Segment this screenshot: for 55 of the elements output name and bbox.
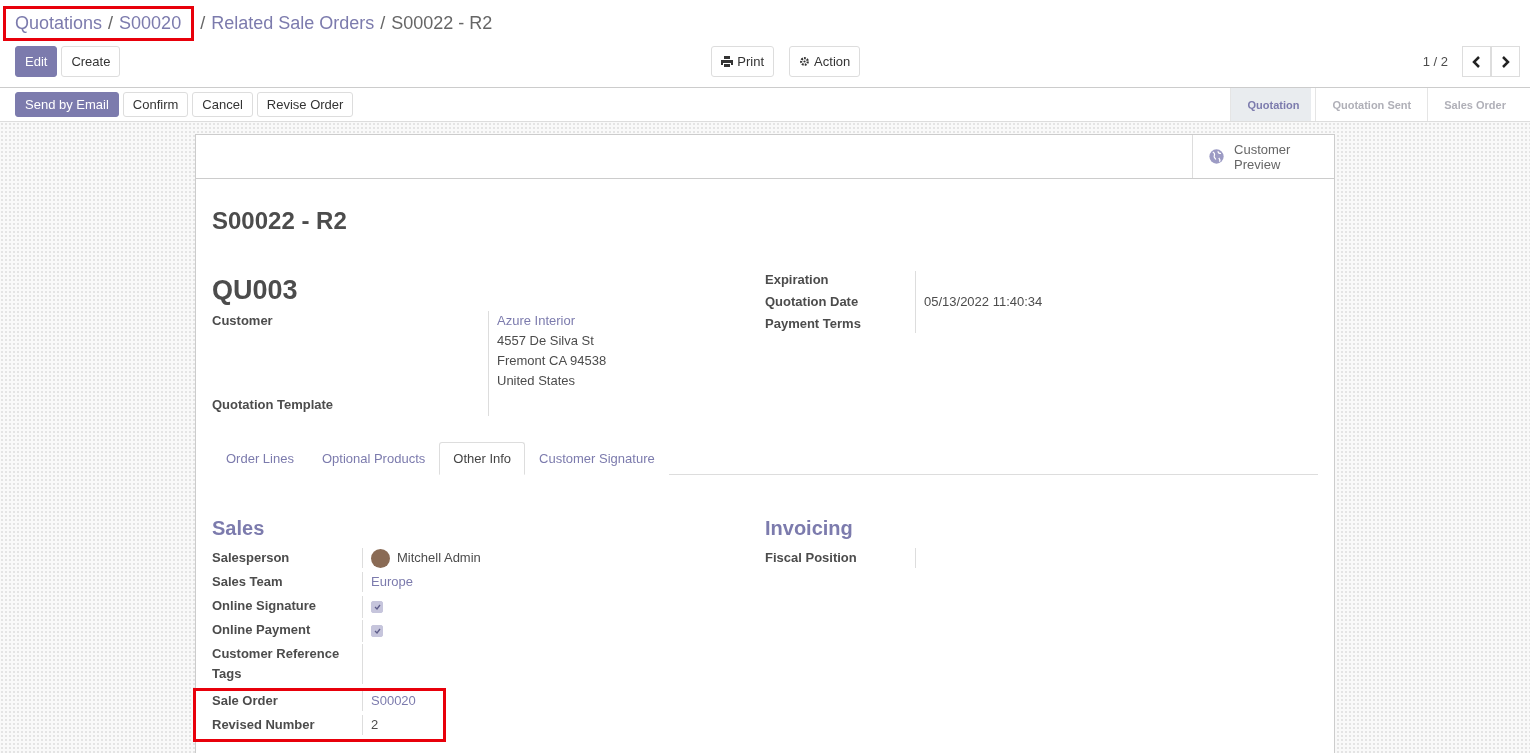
breadcrumb-link[interactable]: Quotations [15, 12, 103, 34]
status-stage[interactable]: Quotation [1230, 88, 1312, 121]
status-action-button[interactable]: Confirm [122, 92, 189, 117]
field-label: Sale Order [212, 692, 279, 710]
field-label: Salesperson [212, 549, 291, 567]
breadcrumb-separator: / [108, 12, 114, 34]
print-button[interactable]: Print [711, 46, 775, 77]
status-action-button[interactable]: Cancel [192, 92, 253, 117]
field-label: Payment Terms [765, 315, 862, 333]
avatar [371, 548, 390, 568]
field-label: Customer [212, 312, 274, 330]
status-action-button[interactable]: Send by Email [15, 92, 119, 117]
tab[interactable]: Other Info [439, 442, 526, 475]
section-title: Sales [212, 517, 266, 540]
field-label: Quotation Template [212, 396, 335, 414]
address-line: Fremont CA 94538 [497, 352, 608, 370]
gear-icon [799, 56, 811, 67]
field-link[interactable]: S00020 [371, 691, 431, 711]
field-value: 2 [371, 716, 380, 734]
breadcrumb-link[interactable]: Related Sale Orders [211, 12, 375, 34]
template-code: QU003 [212, 275, 299, 306]
chevron-left-icon [1472, 55, 1481, 68]
field-label: Online Signature [212, 597, 317, 615]
previous-button[interactable] [1462, 46, 1491, 77]
action-button[interactable]: Action [789, 46, 861, 77]
edit-button[interactable]: Edit [15, 46, 58, 77]
pager-value: 1 / 2 [1422, 54, 1448, 69]
section-title: Invoicing [765, 517, 854, 540]
breadcrumb-link[interactable]: S00020 [119, 12, 182, 34]
checkbox[interactable] [371, 625, 383, 637]
record-title: S00022 - R2 [212, 207, 348, 235]
field-link[interactable]: Azure Interior [497, 311, 765, 331]
chevron-right-icon [1501, 55, 1510, 68]
field-value: Mitchell Admin [397, 549, 481, 567]
address-line: 4557 De Silva St [497, 332, 595, 350]
field-label: Online Payment [212, 621, 312, 639]
field-label: Fiscal Position [765, 549, 858, 567]
field-label: Quotation Date [765, 293, 860, 311]
field-label: Revised Number [212, 716, 316, 734]
breadcrumb-current: S00022 - R2 [391, 12, 493, 34]
globe-icon [1209, 147, 1225, 166]
field-label: Sales Team [212, 573, 284, 591]
field-value: 05/13/2022 11:40:34 [924, 293, 1044, 311]
field-label: Expiration [765, 271, 830, 289]
status-action-button[interactable]: Revise Order [256, 92, 354, 117]
create-button[interactable]: Create [61, 46, 121, 77]
checkbox[interactable] [371, 601, 383, 613]
field-label: Tags [212, 665, 243, 683]
next-button[interactable] [1491, 46, 1520, 77]
field-link[interactable]: Europe [371, 572, 765, 592]
breadcrumb-separator: / [200, 12, 206, 34]
address-line: United States [497, 372, 577, 390]
field-label: Customer Reference [212, 645, 341, 663]
breadcrumb-separator: / [380, 12, 386, 34]
printer-icon [721, 56, 734, 67]
